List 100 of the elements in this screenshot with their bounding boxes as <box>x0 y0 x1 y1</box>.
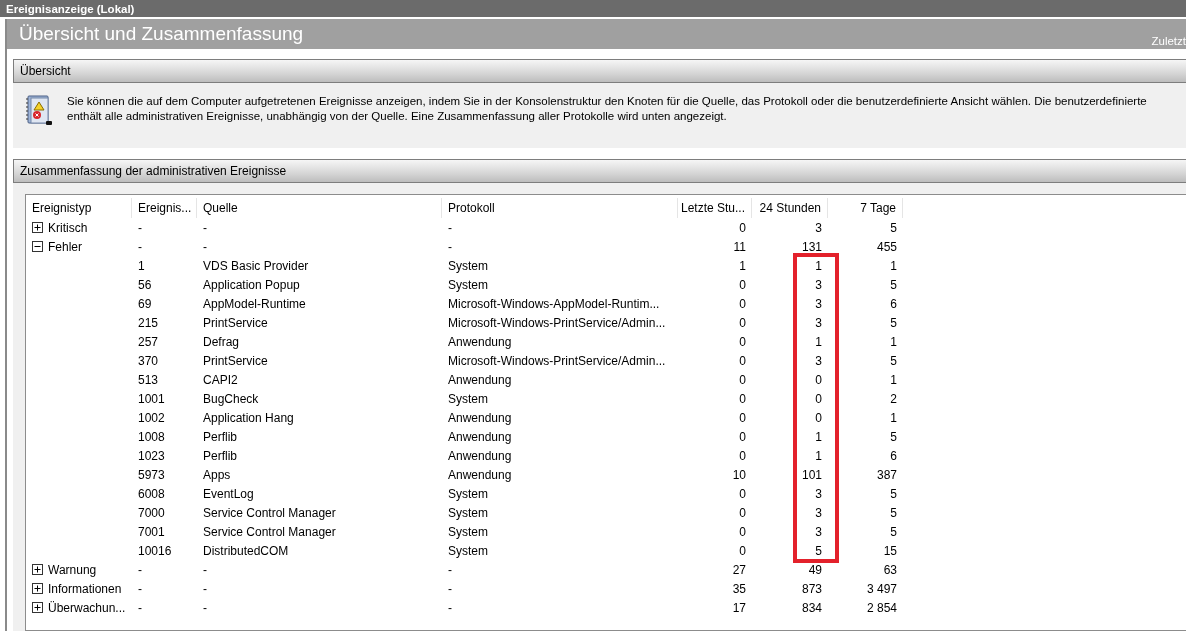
table-cell-text: 35 <box>731 581 747 596</box>
column-header[interactable]: Protokoll <box>442 198 678 218</box>
column-header[interactable]: Ereignis... <box>132 198 197 218</box>
table-cell-text: 27 <box>731 562 747 577</box>
table-cell-text: Anwendung <box>447 429 513 444</box>
table-cell-text: 6008 <box>137 486 166 501</box>
event-type-label[interactable]: Informationen <box>48 581 122 596</box>
expand-icon[interactable] <box>32 222 43 233</box>
table-cell-text: 1 <box>889 258 898 273</box>
table-cell-text: 101 <box>800 467 823 482</box>
table-cell-text: 0 <box>738 334 747 349</box>
table-cell-text: 0 <box>738 410 747 425</box>
table-cell-text: 17 <box>731 600 747 615</box>
table-cell-text: 0 <box>738 277 747 292</box>
table-cell-text: - <box>447 239 453 254</box>
table-cell-text: 0 <box>738 543 747 558</box>
table-cell-text: - <box>202 600 208 615</box>
table-cell-text: - <box>447 220 453 235</box>
table-cell-text: Service Control Manager <box>202 524 337 539</box>
table-cell-text: 5973 <box>137 467 166 482</box>
table-cell-text: Microsoft-Windows-AppModel-Runtim... <box>447 296 661 311</box>
table-cell-text: 5 <box>889 353 898 368</box>
table-cell-text: 10 <box>731 467 747 482</box>
table-cell-text: PrintService <box>202 353 269 368</box>
table-cell-text: Anwendung <box>447 334 513 349</box>
table-cell-text: 63 <box>882 562 898 577</box>
table-cell-text: 0 <box>814 372 823 387</box>
table-cell-text: - <box>137 562 143 577</box>
table-cell-text: 1 <box>814 334 823 349</box>
description-text: Sie können die auf dem Computer aufgetretenen Ereignisse anzeigen, indem Sie in der Konsolenstruktur den Knoten für die Quelle, das Protokoll oder die benutzerdefinierte Ansicht wählen. Die benutzerdefinierte <box>67 94 1147 109</box>
table-cell-text: 5 <box>889 277 898 292</box>
column-header[interactable]: Letzte Stu... <box>678 198 752 218</box>
table-cell-text: Application Hang <box>202 410 295 425</box>
table-cell-text: 0 <box>738 353 747 368</box>
table-cell-text: 7001 <box>137 524 166 539</box>
expand-icon[interactable] <box>32 583 43 594</box>
section-header[interactable]: Übersicht <box>13 59 1186 83</box>
table-cell-text: 873 <box>800 581 823 596</box>
expand-icon[interactable] <box>32 602 43 613</box>
table-cell-text: Anwendung <box>447 467 513 482</box>
table-cell-text: - <box>447 581 453 596</box>
section-header[interactable]: Zusammenfassung der administrativen Ereignisse <box>13 159 1186 183</box>
table-cell-text: Apps <box>202 467 232 482</box>
table-cell-text: 1 <box>738 258 747 273</box>
table-cell-text: 5 <box>889 505 898 520</box>
table-cell-text: 1 <box>889 334 898 349</box>
table-cell-text: Anwendung <box>447 372 513 387</box>
event-type-label[interactable]: Fehler <box>48 239 82 254</box>
table-cell-text: 5 <box>889 220 898 235</box>
table-cell-text: VDS Basic Provider <box>202 258 310 273</box>
table-cell-text: 2 854 <box>865 600 898 615</box>
event-log-icon <box>25 94 55 128</box>
table-cell-text: System <box>447 505 489 520</box>
table-cell-text: 5 <box>814 543 823 558</box>
table-cell-text: - <box>137 600 143 615</box>
table-cell-text: 0 <box>738 524 747 539</box>
table-cell-text: 3 <box>814 505 823 520</box>
event-type-label[interactable]: Warnung <box>48 562 97 577</box>
column-header[interactable]: Ereignistyp <box>26 198 132 218</box>
table-cell-text: Anwendung <box>447 448 513 463</box>
table-cell-text: Perflib <box>202 429 238 444</box>
table-cell-text: - <box>202 562 208 577</box>
event-type-label[interactable]: Überwachun... <box>48 600 126 615</box>
table-cell-text: - <box>137 581 143 596</box>
column-header[interactable]: Quelle <box>197 198 442 218</box>
table-cell-text: 3 <box>814 296 823 311</box>
table-cell-text: 257 <box>137 334 160 349</box>
table-cell-text: 5 <box>889 486 898 501</box>
table-cell-text: - <box>447 600 453 615</box>
panel-title: Übersicht und Zusammenfassung <box>19 23 304 45</box>
table-cell-text: 11 <box>732 239 747 254</box>
table-cell-text: 6 <box>889 448 898 463</box>
table-cell-text: BugCheck <box>202 391 260 406</box>
table-cell-text: - <box>447 562 453 577</box>
table-cell-text: 5 <box>889 429 898 444</box>
table-cell-text: 1008 <box>137 429 166 444</box>
table-cell-text: 3 <box>814 277 823 292</box>
table-cell-text: 1002 <box>137 410 166 425</box>
table-cell-text: 5 <box>889 315 898 330</box>
table-cell-text: 0 <box>738 486 747 501</box>
table-cell-text: 387 <box>875 467 898 482</box>
table-cell-text: - <box>202 581 208 596</box>
table-cell-text: Anwendung <box>447 410 513 425</box>
expand-icon[interactable] <box>32 564 43 575</box>
collapse-icon[interactable] <box>32 241 43 252</box>
column-header[interactable]: 7 Tage <box>828 198 903 218</box>
table-cell-text: 3 <box>814 486 823 501</box>
description-text: enthält alle administrativen Ereignisse, unabhängig von der Quelle. Eine Zusammenfassung aller Protokolle wird unten angezeigt. <box>67 109 728 124</box>
table-cell-text: Microsoft-Windows-PrintService/Admin... <box>447 315 667 330</box>
table-cell-text: 1 <box>814 258 823 273</box>
table-cell-text: 3 <box>814 315 823 330</box>
table-cell-text: System <box>447 486 489 501</box>
table-cell-text: AppModel-Runtime <box>202 296 307 311</box>
table-cell-text: 0 <box>738 296 747 311</box>
table-cell-text: Microsoft-Windows-PrintService/Admin... <box>447 353 667 368</box>
column-header[interactable]: 24 Stunden <box>752 198 828 218</box>
table-cell-text: 455 <box>875 239 898 254</box>
table-cell-text: 15 <box>882 543 898 558</box>
table-cell-text: 49 <box>807 562 823 577</box>
event-type-label[interactable]: Kritisch <box>48 220 88 235</box>
